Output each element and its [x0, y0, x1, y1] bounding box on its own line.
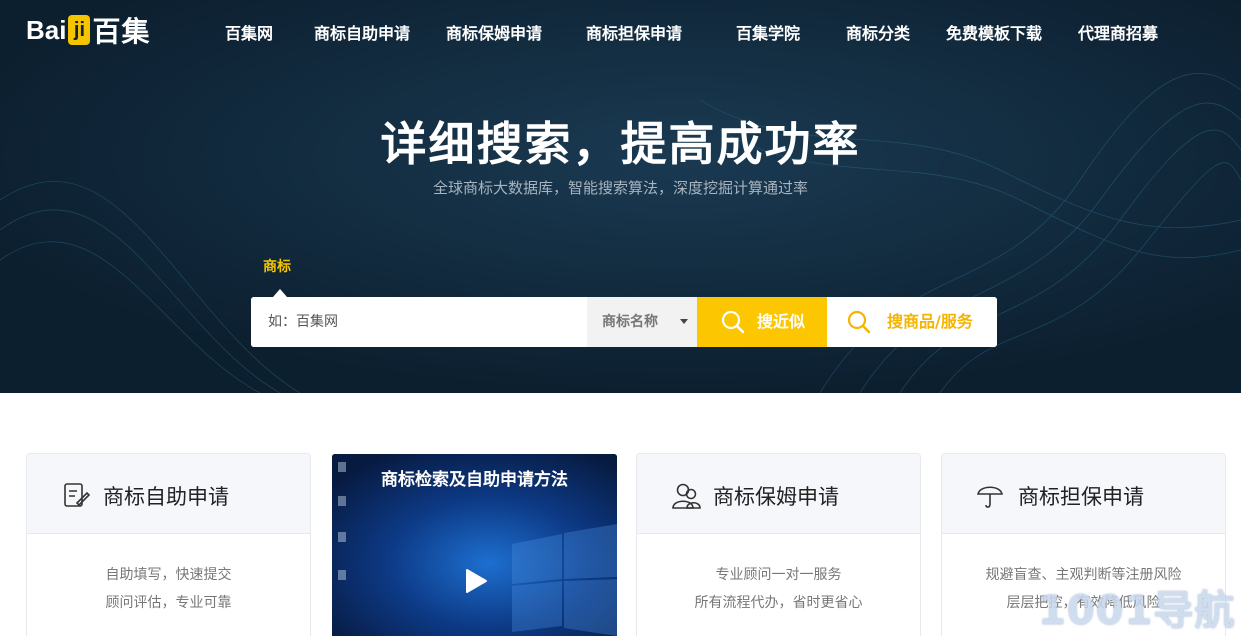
- nav-item-classification[interactable]: 商标分类: [846, 20, 910, 44]
- nav-item-home[interactable]: 百集网: [225, 20, 273, 44]
- nav-item-agents[interactable]: 代理商招募: [1078, 20, 1158, 44]
- tutorial-video[interactable]: 商标检索及自助申请方法: [332, 454, 617, 636]
- search-bar: 商标名称 搜近似 搜商品/服务: [251, 297, 997, 347]
- search-goods-button[interactable]: 搜商品/服务: [827, 297, 997, 347]
- card-desc-line-2: 所有流程代办，省时更省心: [694, 595, 863, 611]
- card-title: 商标担保申请: [1018, 485, 1144, 509]
- umbrella-icon: [977, 486, 1003, 508]
- hero-subtitle: 全球商标大数据库，智能搜索算法，深度挖掘计算通过率: [432, 179, 808, 197]
- hero-banner: Bai ji 百集 百集网 商标自助申请 商标保姆申请 商标担保申请 百集学院 …: [0, 0, 1241, 393]
- card-header: 商标保姆申请: [637, 454, 920, 534]
- search-icon: [721, 310, 745, 334]
- card-header: 商标自助申请: [27, 454, 310, 534]
- nav-item-academy[interactable]: 百集学院: [736, 20, 800, 44]
- hero-title: 详细搜索，提高成功率: [380, 117, 861, 171]
- search-input[interactable]: [251, 297, 587, 347]
- nav-item-templates[interactable]: 免费模板下载: [946, 20, 1042, 44]
- video-title: 商标检索及自助申请方法: [381, 470, 568, 490]
- search-similar-button[interactable]: 搜近似: [697, 297, 827, 347]
- main-nav: 百集网 商标自助申请 商标保姆申请 商标担保申请 百集学院 商标分类 免费模板下…: [0, 20, 1241, 44]
- nav-item-guarantee-apply[interactable]: 商标担保申请: [586, 20, 682, 44]
- search-type-select[interactable]: 商标名称: [587, 297, 697, 347]
- search-goods-label: 搜商品/服务: [887, 312, 973, 331]
- service-card-nanny-apply[interactable]: 商标保姆申请 专业顾问一对一服务 所有流程代办，省时更省心: [636, 453, 921, 636]
- search-similar-label: 搜近似: [757, 312, 806, 331]
- search-icon: [847, 310, 871, 334]
- search-tab-caret: [273, 289, 287, 297]
- users-icon: [672, 483, 701, 509]
- play-icon[interactable]: [460, 566, 490, 596]
- watermark: 1001导航: [1038, 588, 1236, 634]
- edit-icon: [64, 483, 90, 507]
- nav-item-nanny-apply[interactable]: 商标保姆申请: [446, 20, 542, 44]
- chevron-down-icon: [680, 319, 688, 324]
- nav-item-self-apply[interactable]: 商标自助申请: [314, 20, 410, 44]
- card-header: 商标担保申请: [942, 454, 1225, 534]
- card-desc-line-1: 自助填写，快速提交: [105, 567, 232, 583]
- card-desc-line-1: 专业顾问一对一服务: [715, 567, 842, 583]
- service-card-self-apply[interactable]: 商标自助申请 自助填写，快速提交 顾问评估，专业可靠: [26, 453, 311, 636]
- search-type-value: 商标名称: [602, 314, 658, 330]
- card-desc-line-2: 顾问评估，专业可靠: [105, 595, 232, 611]
- card-title: 商标自助申请: [103, 485, 229, 509]
- card-title: 商标保姆申请: [713, 485, 839, 509]
- search-tab-trademark[interactable]: 商标: [263, 256, 291, 276]
